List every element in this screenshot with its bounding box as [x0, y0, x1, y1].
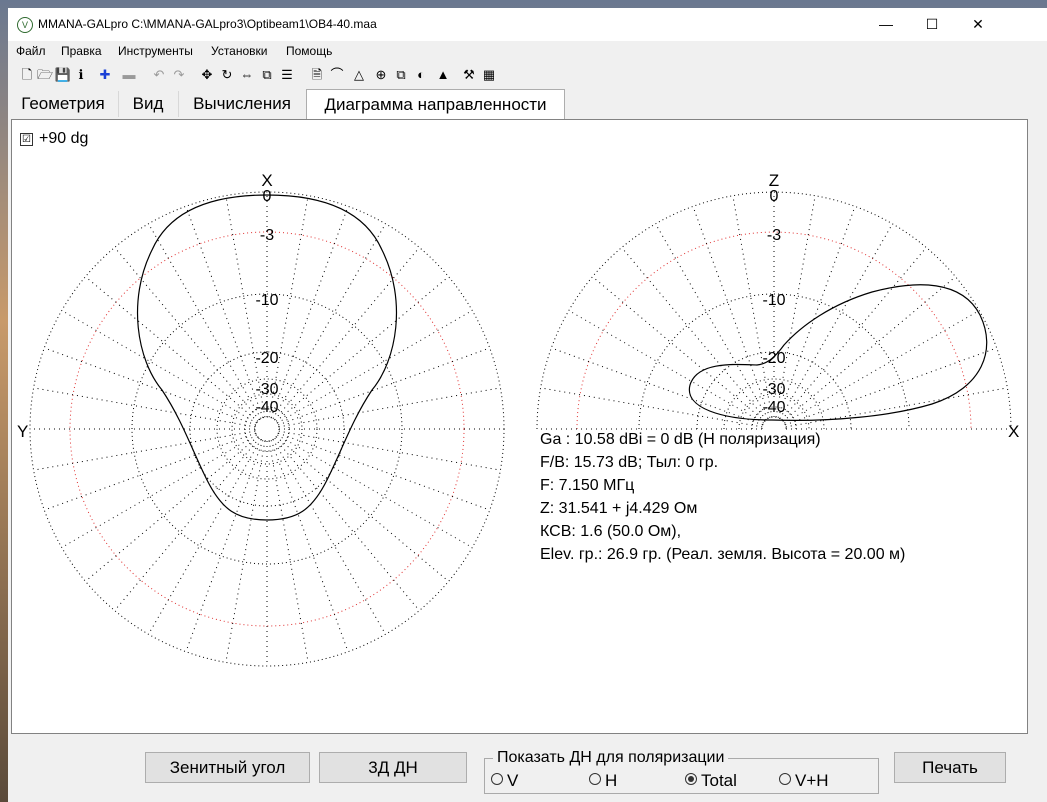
- print-button[interactable]: Печать: [894, 752, 1006, 783]
- menu-tools[interactable]: Инструменты: [118, 44, 193, 58]
- elevation-ring-label-10: -10: [762, 292, 785, 309]
- menu-edit[interactable]: Правка: [61, 44, 102, 58]
- polarization-vh-radio[interactable]: V+H: [779, 771, 829, 791]
- azimuth-ring-label-0: 0: [263, 188, 272, 205]
- radio-selected-icon: [685, 773, 697, 785]
- app-window: V MMANA-GALpro C:\MMANA-GALpro3\Optibeam…: [8, 8, 1047, 802]
- open-folder-icon[interactable]: 🗁: [36, 66, 54, 84]
- info-swr: КСВ: 1.6 (50.0 Ом),: [540, 523, 682, 540]
- info-gain: Ga : 10.58 dBi = 0 dB (H поляризация): [540, 431, 821, 448]
- azimuth-ring-label-30: -30: [255, 381, 278, 398]
- title-bar: V MMANA-GALpro C:\MMANA-GALpro3\Optibeam…: [8, 8, 1047, 41]
- polarization-vh-label: V+H: [795, 771, 829, 790]
- sphere-icon[interactable]: ◐: [412, 66, 430, 84]
- duplicate-icon[interactable]: ⧉: [392, 66, 410, 84]
- move-icon[interactable]: ✥: [198, 66, 216, 84]
- page-icon[interactable]: 🗎: [308, 66, 326, 84]
- tab-geometry[interactable]: Геометрия: [8, 91, 119, 117]
- rotate-icon[interactable]: ↻: [218, 66, 236, 84]
- remove-icon[interactable]: ▬: [120, 66, 138, 84]
- polarization-h-label: H: [605, 771, 618, 790]
- menu-settings[interactable]: Установки: [211, 44, 267, 58]
- elevation-pattern-curve: [688, 284, 988, 421]
- maximize-button[interactable]: ☐: [909, 8, 955, 41]
- menu-bar: Файл Правка Инструменты Установки Помощь: [8, 41, 1047, 61]
- wires-icon[interactable]: ☰: [278, 66, 296, 84]
- azimuth-ring-label-3: -3: [260, 227, 274, 244]
- azimuth-left-label: Y: [17, 422, 28, 441]
- info-impedance: Z: 31.541 + j4.429 Ом: [540, 500, 698, 517]
- info-frequency: F: 7.150 МГц: [540, 477, 635, 494]
- chart-icon[interactable]: ⌒: [328, 66, 346, 84]
- polarization-total-label: Total: [701, 771, 737, 790]
- elevation-ring-label-3: -3: [767, 227, 781, 244]
- stretch-icon[interactable]: ⇔: [238, 66, 256, 84]
- tab-view[interactable]: Вид: [118, 91, 179, 117]
- polarization-total-radio[interactable]: Total: [685, 771, 737, 791]
- window-title: MMANA-GALpro C:\MMANA-GALpro3\Optibeam1\…: [38, 17, 377, 31]
- azimuth-ring-label-40: -40: [255, 399, 278, 416]
- minimize-button[interactable]: —: [863, 8, 909, 41]
- info-front-back: F/B: 15.73 dB; Тыл: 0 гр.: [540, 454, 719, 471]
- pattern-info: Ga : 10.58 dBi = 0 dB (H поляризация) F/…: [540, 428, 905, 566]
- copy-icon[interactable]: ⧉: [258, 66, 276, 84]
- radio-circle-icon: [589, 773, 601, 785]
- pattern-3d-button[interactable]: 3Д ДН: [319, 752, 467, 783]
- polarization-v-label: V: [507, 771, 519, 790]
- tab-strip: Геометрия Вид Вычисления Диаграмма напра…: [8, 89, 1047, 119]
- elevation-ring-label-20: -20: [762, 350, 785, 367]
- save-icon[interactable]: 💾: [54, 66, 72, 84]
- close-button[interactable]: ✕: [955, 8, 1001, 41]
- calculator-icon[interactable]: ▦: [480, 66, 498, 84]
- target-icon[interactable]: ⊕: [372, 66, 390, 84]
- elevation-ring-label-0: 0: [770, 188, 779, 205]
- elevation-ring-label-30: -30: [762, 381, 785, 398]
- color-pattern-icon[interactable]: ▲: [434, 66, 452, 84]
- pattern-panel: ☑ +90 dg X Y 0 -3 -10 -20 -30 -40 Z X 0 -…: [11, 119, 1028, 734]
- radio-circle-icon: [779, 773, 791, 785]
- new-file-icon[interactable]: 🗋: [18, 66, 36, 84]
- polarization-group: Показать ДН для поляризации V H Total V+…: [484, 749, 879, 794]
- azimuth-ring-label-10: -10: [255, 292, 278, 309]
- add-icon[interactable]: ✚: [96, 66, 114, 84]
- tab-radiation-pattern[interactable]: Диаграмма направленности: [306, 89, 565, 119]
- polarization-v-radio[interactable]: V: [491, 771, 518, 791]
- menu-help[interactable]: Помощь: [286, 44, 332, 58]
- info-icon[interactable]: ℹ: [72, 66, 90, 84]
- menu-file[interactable]: Файл: [16, 44, 46, 58]
- azimuth-ring-label-20: -20: [255, 350, 278, 367]
- tab-calculation[interactable]: Вычисления: [178, 91, 307, 117]
- polarization-title: Показать ДН для поляризации: [493, 749, 729, 767]
- toolbar: 🗋 🗁 💾 ℹ ✚ ▬ ↶ ↷ ✥ ↻ ⇔ ⧉ ☰ 🗎 ⌒ △ ⊕ ⧉ ◐ ▲ ⚒ ▦: [8, 61, 1047, 89]
- elevation-right-label: X: [1008, 422, 1019, 441]
- radio-circle-icon: [491, 773, 503, 785]
- triangle-icon[interactable]: △: [350, 66, 368, 84]
- info-elevation: Elev. гр.: 26.9 гр. (Реал. земля. Высота…: [540, 546, 906, 563]
- redo-icon[interactable]: ↷: [170, 66, 188, 84]
- undo-icon[interactable]: ↶: [150, 66, 168, 84]
- pattern-canvas: X Y 0 -3 -10 -20 -30 -40 Z X 0 -3 -10 -2…: [17, 171, 1019, 667]
- mmana-logo-icon: V: [17, 17, 33, 33]
- azimuth-grid: [29, 191, 505, 667]
- polarization-h-radio[interactable]: H: [589, 771, 617, 791]
- elevation-ring-label-40: -40: [762, 399, 785, 416]
- zenith-angle-button[interactable]: Зенитный угол: [145, 752, 310, 783]
- tools-icon[interactable]: ⚒: [460, 66, 478, 84]
